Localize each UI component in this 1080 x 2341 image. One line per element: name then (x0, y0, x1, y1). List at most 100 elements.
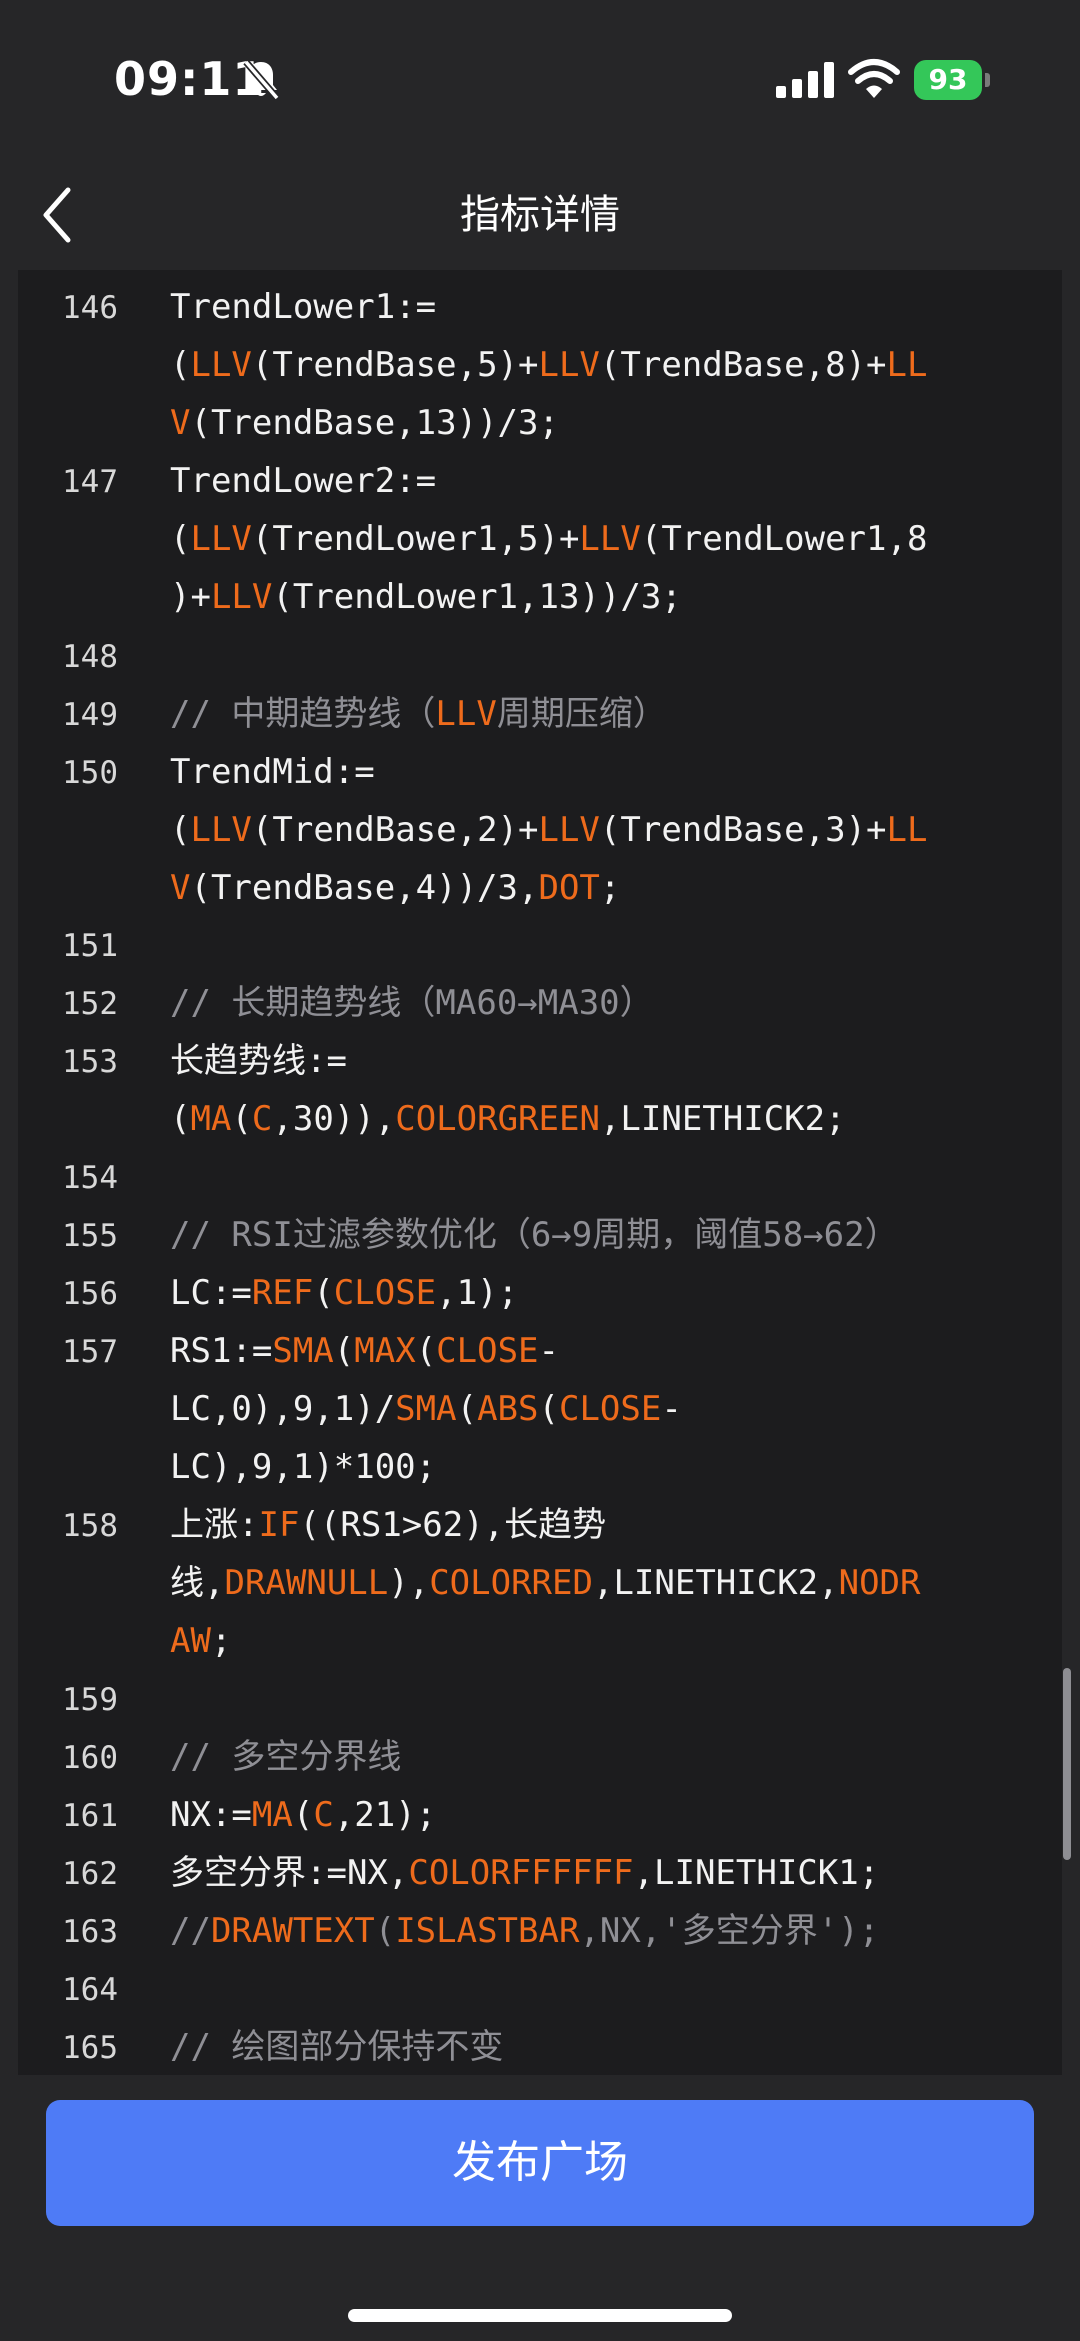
code-text: (MA(C,30)),COLORGREEN,LINETHICK2; (170, 1090, 846, 1148)
code-text: 多空分界:=NX,COLORFFFFFF,LINETHICK1; (170, 1844, 879, 1902)
code-keyword: C (313, 1795, 334, 1835)
code-keyword: LL (886, 810, 928, 850)
code-token: ,1); (436, 1273, 519, 1313)
status-bar: 09:11 93 (0, 0, 1080, 160)
cellular-signal-icon (776, 62, 834, 98)
publish-square-button[interactable]: 发布广场 (46, 2100, 1034, 2226)
code-token: (TrendBase,4))/3, (190, 868, 539, 908)
code-text: V(TrendBase,4))/3,DOT; (170, 859, 620, 917)
code-keyword: MA (190, 1099, 232, 1139)
code-keyword: LL (886, 345, 928, 385)
code-text: NX:=MA(C,21); (170, 1786, 436, 1844)
line-number: 156 (62, 1276, 118, 1312)
code-token: NX:= (170, 1795, 252, 1835)
code-token: ( (170, 519, 191, 559)
line-number: 147 (62, 464, 118, 500)
code-token: ( (313, 1273, 334, 1313)
code-keyword: IF (258, 1505, 300, 1545)
line-number: 163 (62, 1914, 118, 1950)
page-title: 指标详情 (460, 192, 620, 238)
code-token: ,LINETHICK1; (633, 1853, 880, 1893)
line-number: 157 (62, 1334, 118, 1370)
code-text: // 长期趋势线（MA60→MA30） (170, 974, 654, 1032)
code-keyword: COLORFFFFFF (408, 1853, 634, 1893)
line-number: 164 (62, 1972, 118, 2008)
code-view[interactable]: 146 TrendLower1:= (LLV(TrendBase,5)+LLV(Tr… (18, 270, 1062, 2075)
home-indicator (348, 2309, 732, 2322)
code-keyword: LLV (190, 345, 252, 385)
code-comment: // 多空分界线 (170, 1737, 402, 1777)
code-keyword: MAX (354, 1331, 416, 1371)
code-comment: // 绘图部分保持不变 (170, 2027, 504, 2067)
code-token: ( (292, 1795, 314, 1835)
battery-level: 93 (928, 63, 968, 96)
line-number: 149 (62, 697, 118, 733)
code-token: TrendLower2:= (170, 461, 437, 501)
line-number: 148 (62, 639, 118, 675)
code-keyword: C (251, 1099, 273, 1139)
code-keyword: SMA (395, 1389, 457, 1429)
code-text: // RSI过滤参数优化（6→9周期，阈值58→62） (170, 1206, 899, 1264)
code-text: V(TrendBase,13))/3; (170, 394, 559, 452)
code-keyword: V (170, 403, 191, 443)
bottom-bar: 发布广场 (0, 2075, 1080, 2341)
code-token: ,30)), (272, 1099, 396, 1139)
code-text: LC,0),9,1)/SMA(ABS(CLOSE- (170, 1380, 682, 1438)
code-keyword: REF (251, 1273, 314, 1313)
code-token: ( (170, 810, 191, 850)
code-keyword: ABS (477, 1389, 539, 1429)
code-token: TrendMid:= (170, 752, 375, 792)
code-token: ), (388, 1563, 430, 1603)
code-text: // 绘图部分保持不变 (170, 2018, 503, 2075)
battery-tip (985, 73, 990, 87)
code-comment: 周期压缩） (496, 694, 667, 734)
code-comment: // 中期趋势线（ (170, 694, 436, 734)
code-token: ,LINETHICK2; (599, 1099, 846, 1139)
code-token: - (661, 1389, 682, 1429)
code-token: (TrendBase,3)+ (599, 810, 887, 850)
code-token: LC),9,1)*100; (170, 1447, 437, 1487)
code-keyword: LLV (210, 577, 273, 617)
code-keyword: COLORRED (429, 1563, 593, 1603)
code-token: 长趋势线:= (170, 1041, 347, 1081)
line-number: 146 (62, 290, 118, 326)
code-token: ( (170, 345, 191, 385)
code-keyword: LLV (190, 519, 252, 559)
code-text: 线,DRAWNULL),COLORRED,LINETHICK2,NODR (170, 1554, 921, 1612)
code-token: 上涨: (170, 1505, 259, 1545)
line-number: 165 (62, 2030, 118, 2066)
code-token: (TrendLower1,8 (640, 519, 928, 559)
code-comment: // (170, 1911, 211, 1951)
code-text: // 中期趋势线（LLV周期压缩） (170, 685, 667, 743)
code-token: )+ (170, 577, 211, 617)
code-token: ,21); (333, 1795, 437, 1835)
code-token: 线, (170, 1563, 225, 1603)
scrollbar-thumb[interactable] (1063, 1668, 1071, 1860)
code-keyword: AW (170, 1621, 211, 1661)
code-token: - (538, 1331, 560, 1371)
code-keyword: LLV (538, 345, 600, 385)
line-number: 150 (62, 755, 118, 791)
line-number: 162 (62, 1856, 118, 1892)
code-token: LC:= (170, 1273, 252, 1313)
code-keyword: MA (251, 1795, 293, 1835)
line-number: 160 (62, 1740, 118, 1776)
code-comment: // 长期趋势线（MA60→MA30） (170, 983, 654, 1023)
code-token: (TrendBase,8)+ (599, 345, 887, 385)
code-keyword: CLOSE (333, 1273, 437, 1313)
code-keyword: CLOSE (558, 1389, 662, 1429)
code-token: 多空分界:=NX, (170, 1853, 409, 1893)
code-comment: // RSI过滤参数优化（6→9周期，阈值58→62） (170, 1215, 899, 1255)
code-comment: ( (374, 1911, 396, 1951)
line-number: 161 (62, 1798, 118, 1834)
code-text: TrendLower2:= (170, 452, 436, 510)
code-text: (LLV(TrendBase,5)+LLV(TrendBase,8)+LL (170, 336, 927, 394)
code-keyword: LLV (435, 694, 497, 734)
wifi-icon (848, 59, 900, 98)
line-number: 151 (62, 928, 118, 964)
code-comment: ,NX,'多空分界'); (579, 1911, 880, 1951)
line-number: 158 (62, 1508, 118, 1544)
code-text: LC),9,1)*100; (170, 1438, 436, 1496)
code-text: TrendLower1:= (170, 278, 436, 336)
code-keyword: V (170, 868, 191, 908)
